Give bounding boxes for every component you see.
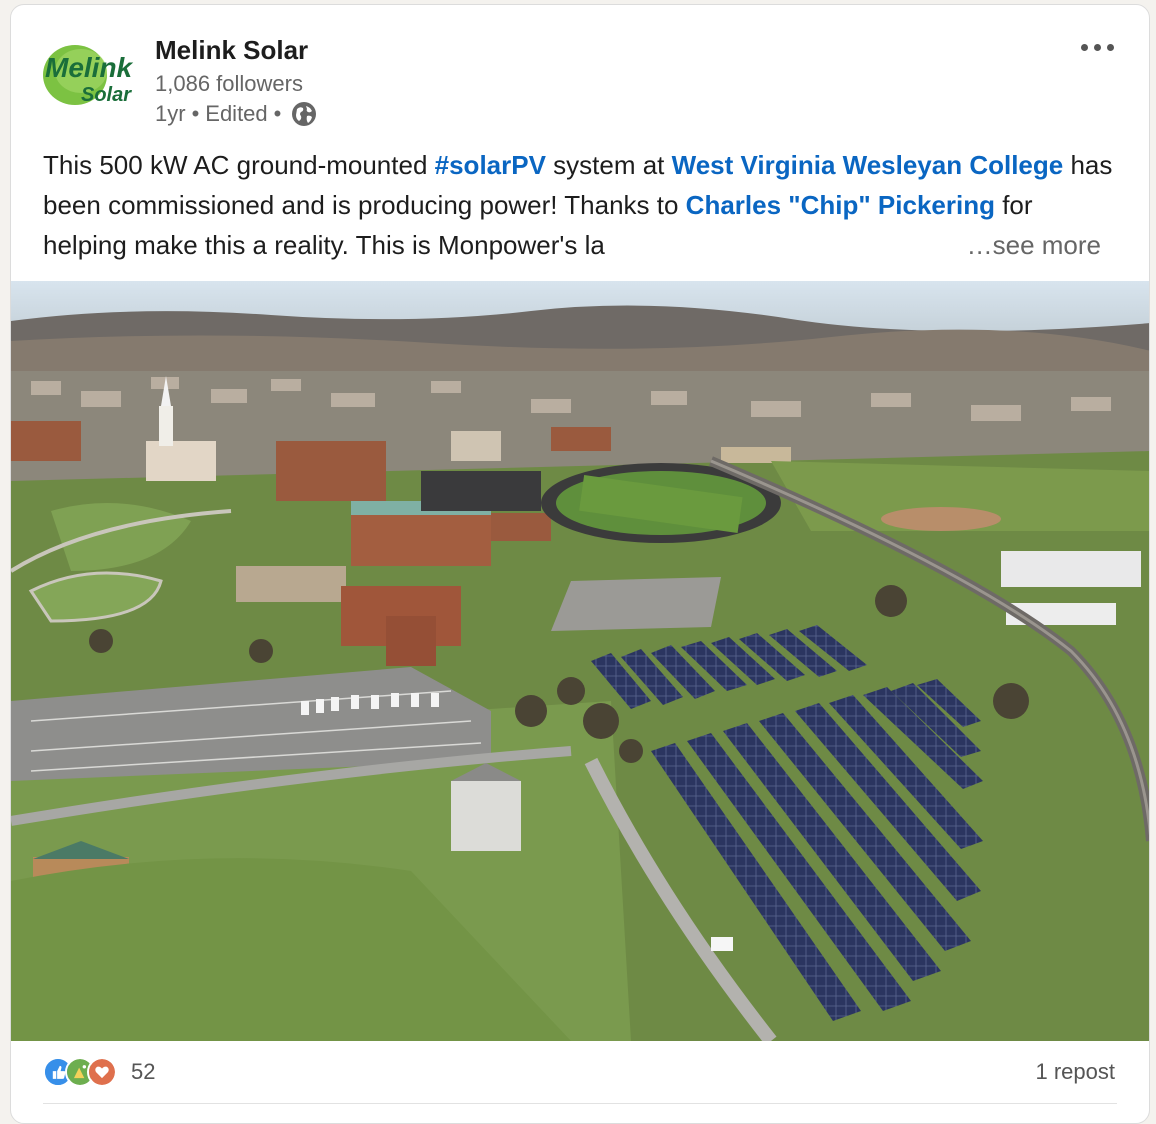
follower-count: 1,086 followers [155,71,303,96]
footer-divider [43,1103,1117,1104]
post-mention-link[interactable]: West Virginia Wesleyan College [672,150,1064,180]
post-text-segment: This 500 kW AC ground-mounted [43,150,435,180]
reactions-summary[interactable]: 52 [43,1057,155,1087]
repost-count-link[interactable]: 1 repost [1036,1059,1116,1085]
reaction-count: 52 [131,1059,156,1084]
dot-icon [1080,43,1088,51]
meta-separator: • [191,101,200,126]
post-mention-link[interactable]: #solarPV [435,150,546,180]
dot-icon [1106,43,1114,51]
logo-text-melink: Melink [45,52,134,83]
post-mention-link[interactable]: Charles "Chip" Pickering [686,190,995,220]
see-more-link[interactable]: …see more [958,225,1101,265]
post-text-segment: system at [545,150,672,180]
meta-separator-2: • [273,101,282,126]
aerial-photo [11,281,1149,1041]
post-meta: 1yr • Edited • [155,101,317,127]
reaction-icons [43,1057,123,1087]
more-options-button[interactable] [1067,29,1127,65]
post-time: 1yr [155,101,186,126]
logo-text-solar: Solar [81,84,132,106]
post-image[interactable] [11,281,1149,1041]
edited-label: Edited [205,101,268,126]
author-name[interactable]: Melink Solar [155,35,308,66]
dot-icon [1093,43,1101,51]
company-logo[interactable]: Melink Solar [41,41,143,111]
love-icon [87,1057,117,1087]
globe-icon [292,102,317,126]
post-card: Melink Solar Melink Solar 1,086 follower… [10,4,1150,1124]
